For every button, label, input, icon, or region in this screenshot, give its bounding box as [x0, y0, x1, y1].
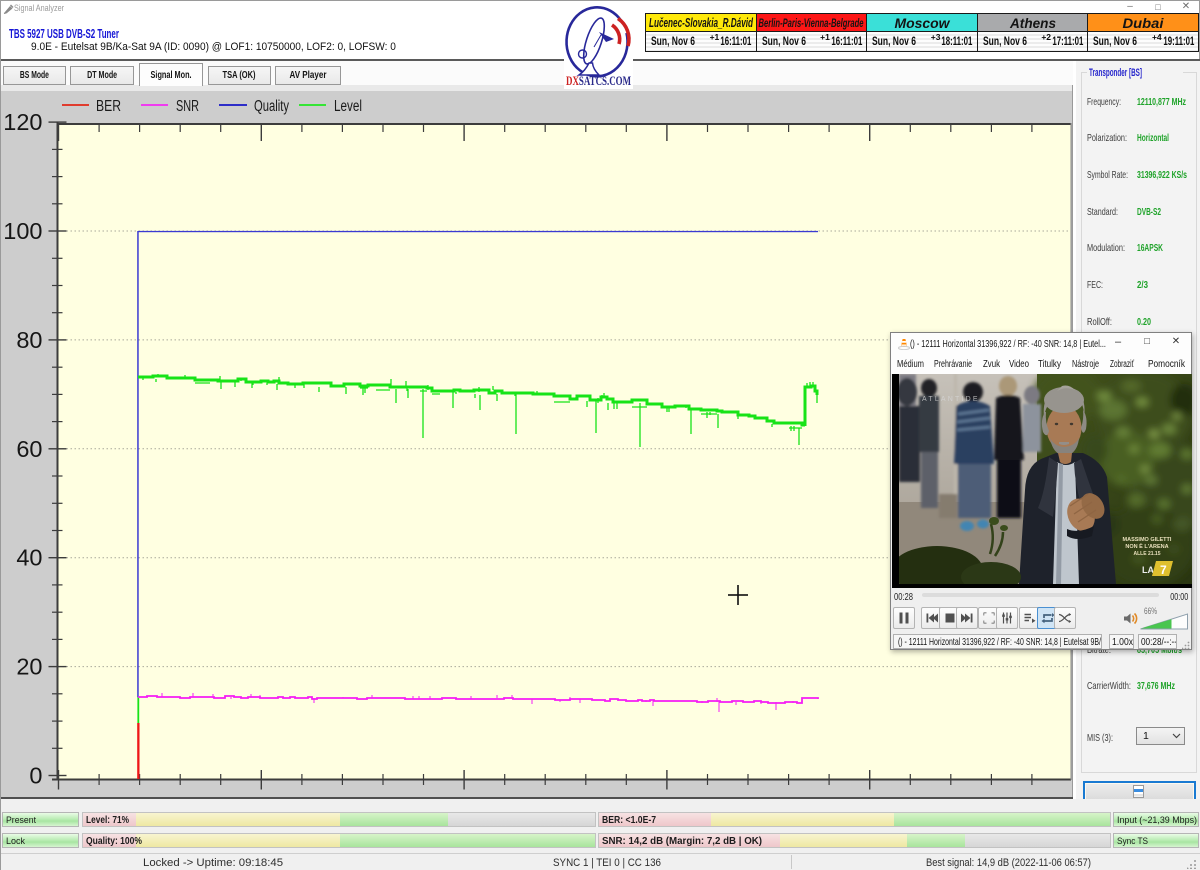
- svg-text:Level: Level: [334, 98, 362, 115]
- svg-text:60: 60: [16, 436, 42, 462]
- svg-text:40: 40: [16, 545, 42, 571]
- svg-text:Quality: Quality: [254, 98, 289, 115]
- svg-text:NON È L'ARENA: NON È L'ARENA: [1125, 542, 1168, 550]
- svg-text:80: 80: [16, 327, 42, 353]
- svg-text:7: 7: [1160, 563, 1167, 577]
- svg-text:100: 100: [3, 218, 42, 244]
- svg-text:DXSATCS.COM: DXSATCS.COM: [566, 74, 631, 88]
- svg-text:LA: LA: [1142, 565, 1154, 575]
- svg-text:ALLE 21.15: ALLE 21.15: [1134, 551, 1161, 557]
- svg-text:ATLANTIDE: ATLANTIDE: [922, 396, 980, 403]
- svg-text:MASSIMO GILETTI: MASSIMO GILETTI: [1123, 537, 1172, 543]
- svg-text:20: 20: [16, 654, 42, 680]
- svg-text:120: 120: [3, 109, 42, 135]
- svg-text:0: 0: [29, 763, 42, 789]
- svg-text:BER: BER: [96, 98, 121, 115]
- svg-text:SNR: SNR: [176, 98, 199, 115]
